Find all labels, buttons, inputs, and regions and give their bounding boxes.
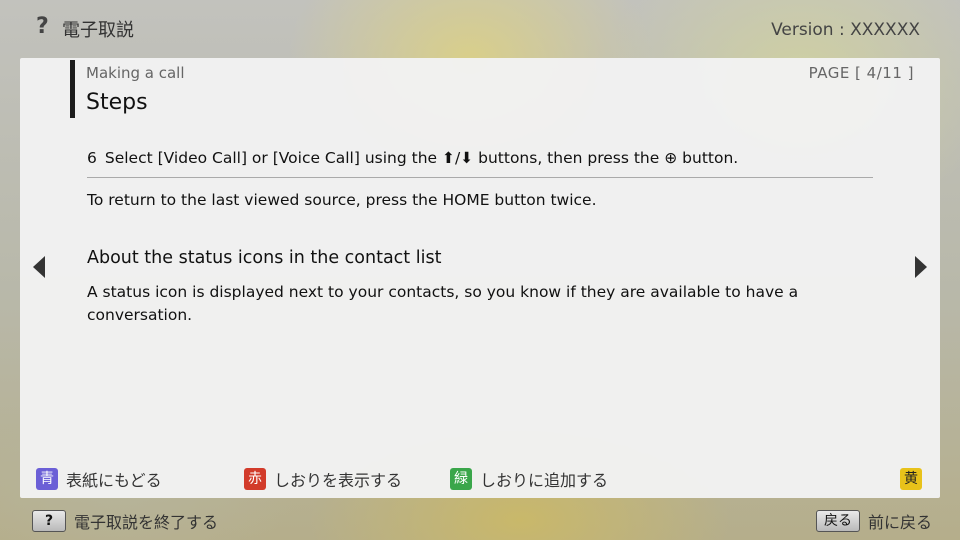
back-label: 前に戻る xyxy=(867,513,932,532)
legend-blue-label: 表紙にもどる xyxy=(66,471,162,490)
legend-yellow[interactable]: 黄 xyxy=(900,468,930,490)
version-label: Version : XXXXXX xyxy=(771,20,920,40)
go-back-button[interactable]: 戻る 前に戻る xyxy=(815,509,932,533)
step-text-middle: buttons, then press the xyxy=(473,149,665,167)
legend-red[interactable]: 赤 しおりを表示する xyxy=(244,468,402,490)
subsection-title: About the status icons in the contact li… xyxy=(87,248,442,268)
manual-page-panel: Making a call Steps PAGE [ 4/11 ] 6 Selec… xyxy=(20,58,940,498)
exit-manual-button[interactable]: ? 電子取説を終了する xyxy=(32,509,218,533)
blue-key-icon: 青 xyxy=(36,468,58,490)
bottom-bar: ? 電子取説を終了する 戻る 前に戻る xyxy=(0,500,960,540)
note-text: To return to the last viewed source, pre… xyxy=(87,191,597,209)
up-down-arrow-icon: ⬆/⬇ xyxy=(442,149,474,167)
legend-red-label: しおりを表示する xyxy=(274,471,403,490)
step-item: 6 Select [Video Call] or [Voice Call] usi… xyxy=(87,149,738,167)
step-number: 6 xyxy=(87,149,97,167)
arrow-right-icon[interactable] xyxy=(915,256,927,278)
green-key-icon: 緑 xyxy=(450,468,472,490)
legend-green[interactable]: 緑 しおりに追加する xyxy=(450,468,608,490)
arrow-left-icon[interactable] xyxy=(33,256,45,278)
section-title: Steps xyxy=(86,90,148,115)
top-bar: ? 電子取説 Version : XXXXXX xyxy=(0,0,960,58)
app-title: 電子取説 xyxy=(62,20,134,41)
step-text-after: button. xyxy=(677,149,739,167)
header-accent-bar xyxy=(70,60,75,118)
section-label: Making a call xyxy=(86,64,185,82)
subsection-body: A status icon is displayed next to your … xyxy=(87,283,799,324)
back-key-icon: 戻る xyxy=(815,510,860,532)
legend-blue[interactable]: 青 表紙にもどる xyxy=(36,468,162,490)
red-key-icon: 赤 xyxy=(244,468,266,490)
enter-button-icon: ⊕ xyxy=(664,149,678,167)
legend-green-label: しおりに追加する xyxy=(480,471,609,490)
yellow-key-icon: 黄 xyxy=(900,468,922,490)
page-indicator: PAGE [ 4/11 ] xyxy=(808,64,914,82)
help-icon: ? xyxy=(36,14,49,39)
help-key-icon: ? xyxy=(32,510,66,532)
divider xyxy=(87,177,873,178)
exit-label: 電子取説を終了する xyxy=(74,513,219,532)
step-text-before: Select [Video Call] or [Voice Call] usin… xyxy=(104,149,442,167)
